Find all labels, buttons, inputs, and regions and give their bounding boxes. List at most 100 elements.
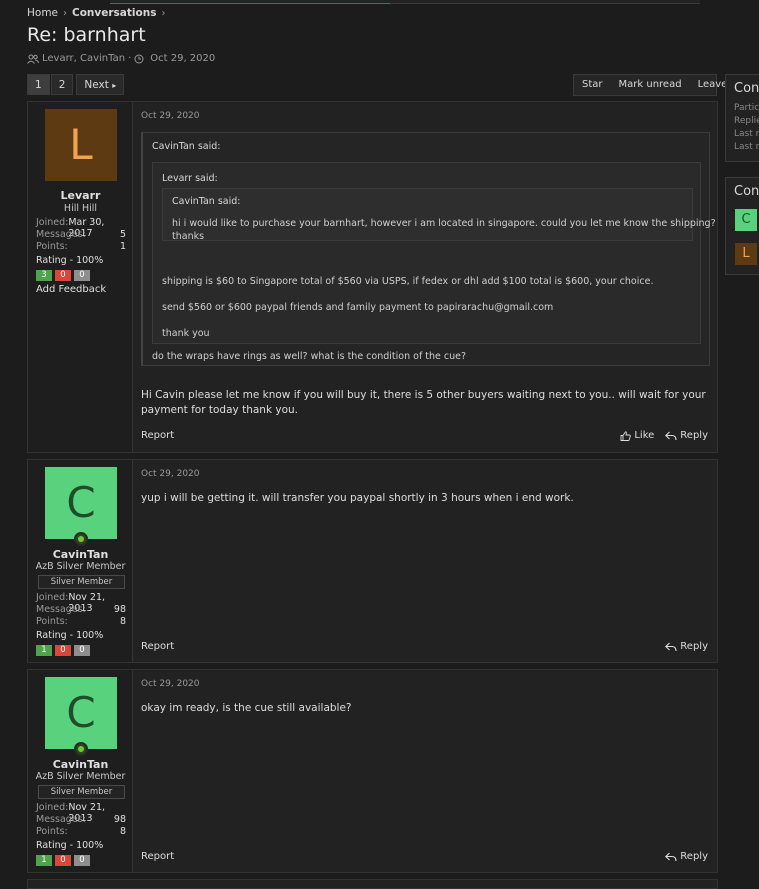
negative-feedback-badge[interactable]: 0 bbox=[55, 855, 71, 866]
reply-button[interactable]: Reply bbox=[665, 641, 708, 652]
avatar[interactable]: L bbox=[45, 109, 117, 181]
thread-meta: Levarr, CavinTan · Oct 29, 2020 bbox=[27, 53, 215, 64]
positive-feedback-badge[interactable]: 1 bbox=[36, 645, 52, 656]
user-rating: Rating - 100% bbox=[36, 840, 104, 851]
neutral-feedback-badge[interactable]: 0 bbox=[74, 645, 90, 656]
user-title: AzB Silver Member bbox=[35, 771, 126, 782]
breadcrumb-conversations[interactable]: Conversations bbox=[72, 7, 156, 19]
info-line: Replie bbox=[734, 116, 759, 126]
online-status-icon bbox=[74, 742, 88, 756]
feedback-badges: 1 0 0 bbox=[36, 855, 93, 866]
page-title: Re: barnhart bbox=[27, 24, 146, 46]
quote-block: CavinTan said: Levarr said: CavinTan sai… bbox=[141, 132, 716, 366]
message-date[interactable]: Oct 29, 2020 bbox=[141, 679, 200, 689]
page-2-button[interactable]: 2 bbox=[50, 74, 74, 95]
avatar[interactable]: L bbox=[735, 243, 757, 265]
username[interactable]: CavinTan bbox=[28, 548, 133, 561]
info-line: Last re bbox=[734, 129, 759, 139]
message-date[interactable]: Oct 29, 2020 bbox=[141, 111, 200, 121]
user-title: AzB Silver Member bbox=[35, 561, 126, 572]
username[interactable]: Levarr bbox=[28, 189, 133, 202]
thread-date: Oct 29, 2020 bbox=[150, 53, 216, 64]
next-page-button[interactable]: Next ▸ bbox=[76, 74, 125, 95]
message: C CavinTan AzB Silver Member Silver Memb… bbox=[27, 459, 718, 663]
reply-button[interactable]: Reply bbox=[665, 851, 708, 862]
add-feedback-link[interactable]: Add Feedback bbox=[36, 284, 106, 295]
message-body: payment for today thank you. bbox=[141, 404, 298, 416]
info-line: Partic bbox=[734, 103, 759, 113]
message-actions: Like Reply bbox=[609, 430, 708, 441]
report-link[interactable]: Report bbox=[141, 641, 174, 652]
participants-link[interactable]: Levarr, CavinTan bbox=[42, 53, 125, 64]
neutral-feedback-badge[interactable]: 0 bbox=[74, 855, 90, 866]
avatar[interactable]: C bbox=[735, 209, 757, 231]
user-stat-messages: Messages: 98 bbox=[36, 814, 126, 825]
report-link[interactable]: Report bbox=[141, 851, 174, 862]
quote-text: send $560 or $600 paypal friends and fam… bbox=[162, 302, 554, 313]
like-button[interactable]: Like bbox=[620, 430, 654, 441]
positive-feedback-badge[interactable]: 1 bbox=[36, 855, 52, 866]
negative-feedback-badge[interactable]: 0 bbox=[55, 270, 71, 281]
page-1-button[interactable]: 1 bbox=[27, 74, 50, 95]
stat-value: 98 bbox=[113, 814, 126, 825]
quote-text: shipping is $60 to Singapore total of $5… bbox=[162, 276, 654, 287]
star-button[interactable]: Star bbox=[574, 75, 611, 95]
mark-unread-button[interactable]: Mark unread bbox=[611, 75, 690, 95]
user-stat-points: Points: 8 bbox=[36, 826, 126, 837]
message bbox=[27, 879, 718, 889]
breadcrumb: Home › Conversations › bbox=[27, 7, 170, 19]
clock-icon bbox=[134, 54, 144, 63]
avatar[interactable]: C bbox=[45, 677, 117, 749]
message: C CavinTan AzB Silver Member Silver Memb… bbox=[27, 669, 718, 873]
quote-text: hi i would like to purchase your barnhar… bbox=[172, 218, 716, 229]
reply-button[interactable]: Reply bbox=[665, 430, 708, 441]
online-status-icon bbox=[74, 532, 88, 546]
message-body: yup i will be getting it. will transfer … bbox=[141, 492, 574, 504]
reply-label: Reply bbox=[680, 641, 708, 652]
user-banner: Silver Member bbox=[38, 785, 125, 799]
users-icon bbox=[27, 54, 39, 64]
username[interactable]: CavinTan bbox=[28, 758, 133, 771]
conversation-info-panel: Conv Partic Replie Last re Last re bbox=[725, 74, 759, 162]
quote-block: Levarr said: CavinTan said: hi i would l… bbox=[152, 162, 716, 344]
positive-feedback-badge[interactable]: 3 bbox=[36, 270, 52, 281]
stat-label: Points: bbox=[36, 241, 68, 252]
panel-title: Conv bbox=[734, 184, 759, 199]
user-rating: Rating - 100% bbox=[36, 255, 104, 266]
reply-icon bbox=[665, 431, 677, 440]
user-title: Hill Hill bbox=[63, 203, 98, 214]
avatar[interactable]: C bbox=[45, 467, 117, 539]
caret-right-icon: ▸ bbox=[112, 81, 117, 90]
quote-author[interactable]: Levarr said: bbox=[162, 173, 218, 184]
quote-text: thank you bbox=[162, 328, 210, 339]
meta-separator: · bbox=[128, 53, 132, 64]
next-label: Next bbox=[84, 79, 109, 91]
message-body: Hi Cavin please let me know if you will … bbox=[141, 389, 706, 401]
message-user-panel: C CavinTan AzB Silver Member Silver Memb… bbox=[28, 460, 133, 662]
quote-author[interactable]: CavinTan said: bbox=[152, 141, 220, 152]
message-user-panel: L Levarr Hill Hill Joined: Mar 30, 2017 M… bbox=[28, 102, 133, 452]
stat-value: 98 bbox=[113, 604, 126, 615]
message-body: okay im ready, is the cue still availabl… bbox=[141, 702, 352, 714]
message-user-panel: C CavinTan AzB Silver Member Silver Memb… bbox=[28, 670, 133, 872]
participants-panel: Conv C L bbox=[725, 177, 759, 275]
report-link[interactable]: Report bbox=[141, 430, 174, 441]
chevron-right-icon: › bbox=[63, 7, 68, 19]
quote-text: do the wraps have rings as well? what is… bbox=[152, 351, 467, 362]
reply-icon bbox=[665, 642, 677, 651]
stat-label: Points: bbox=[36, 616, 68, 627]
message-date[interactable]: Oct 29, 2020 bbox=[141, 469, 200, 479]
quote-text: thanks bbox=[172, 231, 205, 242]
negative-feedback-badge[interactable]: 0 bbox=[55, 645, 71, 656]
message-actions: Reply bbox=[654, 641, 708, 652]
quote-author[interactable]: CavinTan said: bbox=[172, 196, 240, 207]
chevron-right-icon: › bbox=[161, 7, 166, 19]
stat-value: 8 bbox=[119, 616, 126, 627]
neutral-feedback-badge[interactable]: 0 bbox=[74, 270, 90, 281]
breadcrumb-home[interactable]: Home bbox=[27, 7, 58, 19]
user-rating: Rating - 100% bbox=[36, 630, 104, 641]
message: L Levarr Hill Hill Joined: Mar 30, 2017 M… bbox=[27, 101, 718, 453]
stat-label: Messages: bbox=[36, 604, 86, 615]
info-line: Last re bbox=[734, 142, 759, 152]
like-label: Like bbox=[634, 430, 655, 441]
